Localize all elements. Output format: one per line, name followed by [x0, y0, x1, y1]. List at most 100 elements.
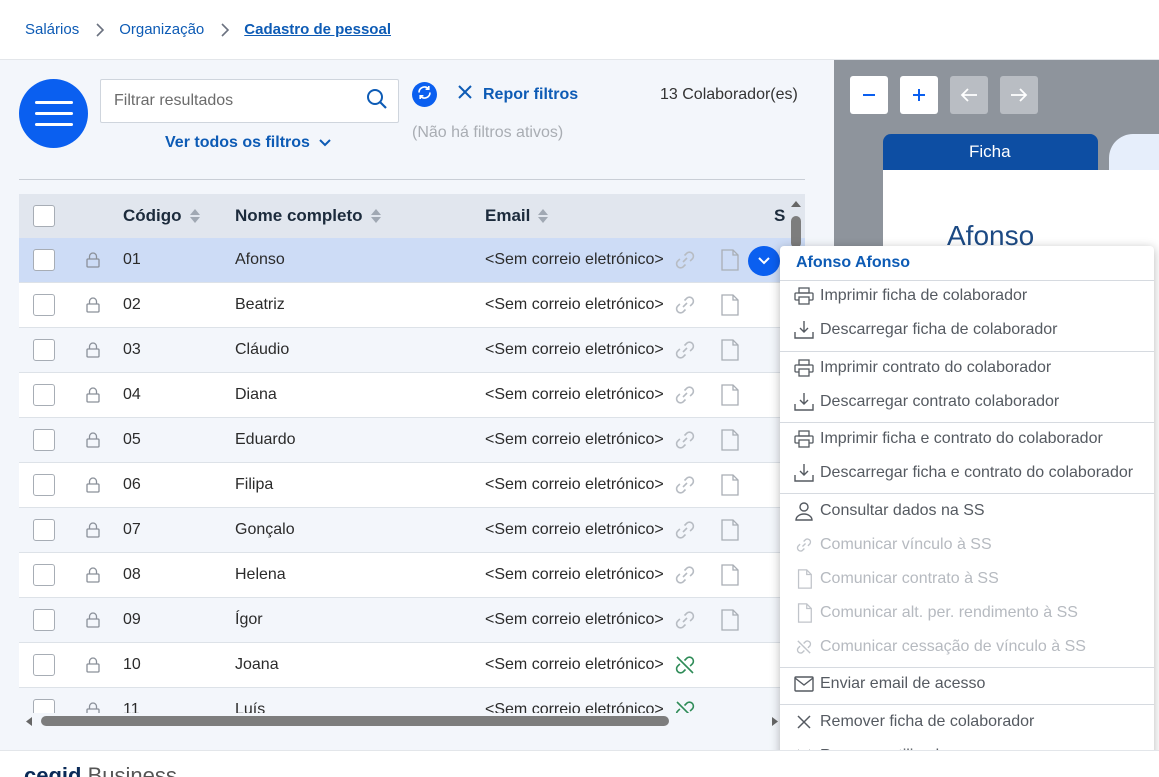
row-checkbox[interactable] — [33, 429, 55, 451]
link-icon[interactable] — [672, 553, 698, 597]
menu-item[interactable]: Descarregar ficha e contrato do colabora… — [794, 461, 1133, 485]
breadcrumb-item-salarios[interactable]: Salários — [25, 21, 79, 38]
row-checkbox[interactable] — [33, 699, 55, 713]
reset-filters-button[interactable]: Repor filtros — [457, 84, 578, 105]
row-checkbox[interactable] — [33, 384, 55, 406]
tab-secondary[interactable] — [1109, 134, 1159, 170]
employee-list-panel: Ver todos os filtros Repor filtros (Não … — [0, 60, 834, 750]
table-row[interactable]: 03 Cláudio <Sem correio eletrónico> — [19, 328, 805, 373]
menu-item[interactable]: Comunicar alt. per. rendimento à SS — [794, 601, 1078, 625]
document-icon[interactable] — [721, 238, 739, 282]
row-actions-button[interactable] — [748, 246, 780, 276]
row-checkbox[interactable] — [33, 519, 55, 541]
brand-logo: cegid Business — [24, 763, 177, 777]
column-header-email[interactable]: Email — [485, 194, 549, 238]
employees-table: Código Nome completo Email S 01 Afonso <Se… — [19, 194, 805, 713]
menu-item[interactable]: Imprimir ficha de colaborador — [794, 284, 1027, 308]
unlink-icon[interactable] — [672, 688, 698, 713]
cell-code: 01 — [123, 251, 141, 268]
table-header: Código Nome completo Email S — [19, 194, 805, 238]
refresh-button[interactable] — [412, 82, 437, 107]
sort-icon — [189, 209, 200, 223]
menu-item[interactable]: Descarregar ficha de colaborador — [794, 318, 1057, 342]
document-icon[interactable] — [721, 418, 739, 462]
menu-item-label: Descarregar contrato colaborador — [820, 393, 1060, 410]
row-checkbox[interactable] — [33, 339, 55, 361]
minus-icon — [863, 94, 875, 96]
table-row[interactable]: 08 Helena <Sem correio eletrónico> — [19, 553, 805, 598]
cell-email: <Sem correio eletrónico> — [485, 521, 664, 538]
table-row[interactable]: 05 Eduardo <Sem correio eletrónico> — [19, 418, 805, 463]
zoom-out-button[interactable] — [850, 76, 888, 114]
link-icon[interactable] — [672, 463, 698, 507]
link-icon[interactable] — [672, 508, 698, 552]
cell-name: Cláudio — [235, 341, 290, 358]
table-row[interactable]: 06 Filipa <Sem correio eletrónico> — [19, 463, 805, 508]
breadcrumb-current[interactable]: Cadastro de pessoal — [244, 21, 391, 38]
table-row[interactable]: 07 Gonçalo <Sem correio eletrónico> — [19, 508, 805, 553]
link-icon[interactable] — [672, 418, 698, 462]
previous-button[interactable] — [950, 76, 988, 114]
row-checkbox[interactable] — [33, 609, 55, 631]
select-all-checkbox[interactable] — [33, 205, 55, 227]
link-icon[interactable] — [672, 328, 698, 372]
document-icon[interactable] — [721, 463, 739, 507]
document-icon[interactable] — [721, 553, 739, 597]
row-checkbox[interactable] — [33, 294, 55, 316]
vertical-scrollbar-thumb[interactable] — [791, 216, 801, 248]
see-all-filters-button[interactable]: Ver todos os filtros — [165, 134, 331, 152]
link-icon[interactable] — [672, 238, 698, 282]
scroll-left-arrow-icon[interactable] — [25, 716, 33, 727]
menu-item[interactable]: Imprimir ficha e contrato do colaborador — [794, 427, 1103, 451]
table-row[interactable]: 09 Ígor <Sem correio eletrónico> — [19, 598, 805, 643]
plus-icon — [913, 89, 925, 101]
search-input[interactable] — [114, 92, 366, 110]
menu-item[interactable]: Consultar dados na SS — [794, 499, 985, 523]
document-icon[interactable] — [721, 598, 739, 642]
cell-name: Beatriz — [235, 296, 285, 313]
link-icon[interactable] — [672, 283, 698, 327]
row-checkbox[interactable] — [33, 654, 55, 676]
envelope-icon — [794, 676, 814, 692]
menu-item[interactable]: Remover ficha de colaborador — [794, 710, 1034, 734]
scroll-right-arrow-icon[interactable] — [771, 716, 779, 727]
menu-item[interactable]: Comunicar vínculo à SS — [794, 533, 992, 557]
document-icon[interactable] — [721, 283, 739, 327]
row-checkbox[interactable] — [33, 474, 55, 496]
tab-ficha[interactable]: Ficha — [883, 134, 1098, 170]
lock-icon — [86, 328, 100, 372]
zoom-in-button[interactable] — [900, 76, 938, 114]
unlink-icon[interactable] — [672, 643, 698, 687]
table-row[interactable]: 10 Joana <Sem correio eletrónico> — [19, 643, 805, 688]
document-icon[interactable] — [721, 328, 739, 372]
column-header-s[interactable]: S — [774, 194, 785, 238]
horizontal-scrollbar-thumb[interactable] — [41, 716, 669, 726]
breadcrumb-item-organizacao[interactable]: Organização — [119, 21, 204, 38]
menu-item[interactable]: Comunicar contrato à SS — [794, 567, 999, 591]
menu-button[interactable] — [19, 79, 88, 148]
next-button[interactable] — [1000, 76, 1038, 114]
menu-item[interactable]: Comunicar cessação de vínculo à SS — [794, 635, 1086, 659]
document-icon[interactable] — [721, 508, 739, 552]
column-header-code[interactable]: Código — [123, 194, 200, 238]
table-row[interactable]: 01 Afonso <Sem correio eletrónico> — [19, 238, 805, 283]
search-icon[interactable] — [366, 88, 388, 115]
column-header-name[interactable]: Nome completo — [235, 194, 381, 238]
table-row[interactable]: 11 Luís <Sem correio eletrónico> — [19, 688, 805, 713]
cell-email: <Sem correio eletrónico> — [485, 431, 664, 448]
menu-item[interactable]: Enviar email de acesso — [794, 672, 985, 696]
link-icon[interactable] — [672, 598, 698, 642]
row-checkbox[interactable] — [33, 249, 55, 271]
document-icon — [794, 569, 814, 589]
scroll-up-arrow-icon[interactable] — [790, 200, 802, 208]
table-row[interactable]: 04 Diana <Sem correio eletrónico> — [19, 373, 805, 418]
user-icon — [794, 501, 814, 521]
cell-name: Gonçalo — [235, 521, 295, 538]
link-icon[interactable] — [672, 373, 698, 417]
document-icon[interactable] — [721, 373, 739, 417]
row-checkbox[interactable] — [33, 564, 55, 586]
horizontal-scrollbar[interactable] — [19, 713, 785, 729]
menu-item[interactable]: Descarregar contrato colaborador — [794, 390, 1059, 414]
table-row[interactable]: 02 Beatriz <Sem correio eletrónico> — [19, 283, 805, 328]
menu-item[interactable]: Imprimir contrato do colaborador — [794, 356, 1051, 380]
